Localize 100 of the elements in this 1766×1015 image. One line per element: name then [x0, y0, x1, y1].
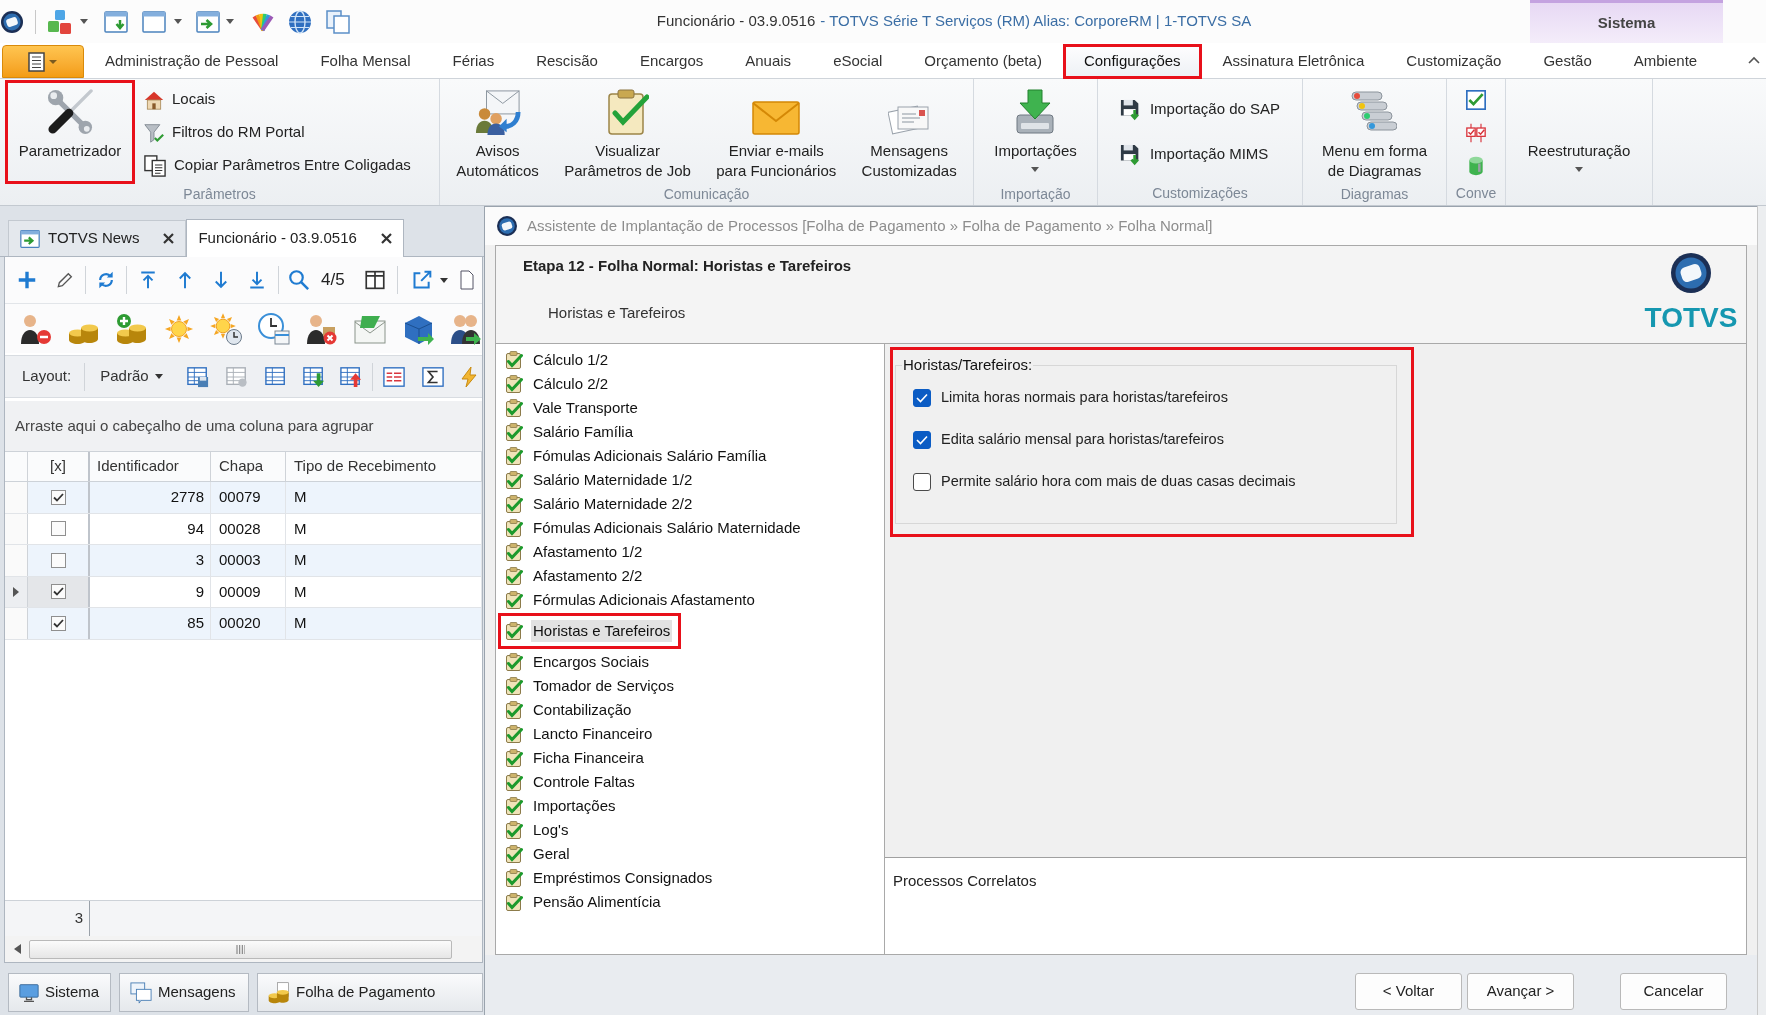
ribbon-button[interactable]: Reestruturação [1518, 80, 1640, 184]
caret-icon[interactable] [174, 19, 182, 24]
clock-calendar-icon[interactable] [258, 312, 290, 345]
person-delete-icon[interactable] [306, 312, 338, 345]
checkbox[interactable] [913, 430, 931, 449]
person-remove-icon[interactable] [20, 312, 52, 345]
ribbon-button[interactable]: Menu em forma de Diagramas [1312, 80, 1436, 184]
coins-add-icon[interactable] [116, 312, 148, 345]
ribbon-tab[interactable]: Encargos [618, 44, 725, 79]
checklist-icon[interactable] [1466, 89, 1486, 110]
dialog-button[interactable]: Cancelar [1620, 973, 1727, 1010]
ribbon-button[interactable]: Enviar e-mails para Funcionários [707, 80, 846, 184]
panel-tab[interactable]: Mensagens [119, 973, 249, 1012]
tree-item[interactable]: Salário Maternidade 2/2 [496, 492, 695, 516]
checkbox[interactable] [50, 615, 66, 631]
copy-icon[interactable] [144, 154, 166, 177]
table-import-icon[interactable] [302, 365, 325, 388]
ribbon-button[interactable]: Filtros do RM Portal [139, 116, 416, 149]
tree-item[interactable]: Tomador de Serviços [496, 674, 676, 698]
ribbon-button[interactable]: Mensagens Customizadas [852, 80, 966, 184]
checkbox[interactable] [50, 521, 66, 537]
ribbon-button[interactable]: Importação do SAP [1114, 93, 1286, 126]
arrow-to-bottom-icon[interactable] [248, 271, 266, 289]
tree-item[interactable]: Afastamento 1/2 [496, 540, 645, 564]
tree-item[interactable]: Horistas e Tarefeiros [498, 613, 682, 649]
column-header[interactable]: Identificador [90, 452, 211, 481]
house-icon[interactable] [144, 89, 164, 110]
arrow-up-icon[interactable] [176, 271, 194, 289]
ribbon-tab[interactable]: Rescisão [515, 44, 619, 79]
layout-dropdown[interactable]: Padrão [100, 365, 163, 388]
table-export-icon[interactable] [339, 365, 362, 388]
refresh-icon[interactable] [96, 270, 116, 290]
dialog-button[interactable]: Avançar > [1467, 973, 1574, 1010]
checkbox[interactable] [50, 489, 66, 505]
lightning-icon[interactable] [460, 365, 477, 388]
column-header[interactable]: Chapa [211, 452, 286, 481]
ribbon-tab[interactable]: eSocial [812, 44, 904, 79]
tree-item[interactable]: Log's [496, 818, 571, 842]
ribbon-tab[interactable]: Configurações [1062, 44, 1202, 79]
checkbox[interactable] [913, 472, 931, 491]
edit-icon[interactable] [57, 272, 73, 288]
scroll-left-icon[interactable] [14, 944, 21, 954]
ribbon-tab[interactable]: Anuais [724, 44, 813, 79]
tree-item[interactable]: Geral [496, 842, 572, 866]
ribbon-button[interactable]: Visualizar Parâmetros de Job [555, 80, 700, 184]
arrow-to-top-icon[interactable] [139, 271, 157, 289]
tree-item[interactable]: Pensão Alimentícia [496, 890, 663, 914]
people-arrow-icon[interactable] [450, 312, 482, 345]
tree-item[interactable]: Afastamento 2/2 [496, 564, 645, 588]
window-icon[interactable] [142, 9, 166, 34]
document-icon[interactable] [459, 270, 474, 290]
close-icon[interactable] [163, 233, 175, 244]
table-icon[interactable] [264, 365, 287, 388]
tree-item[interactable]: Lancto Financeiro [496, 722, 655, 746]
app-logo-icon[interactable] [1, 10, 23, 33]
floppy-arrow-icon[interactable] [1119, 143, 1142, 166]
add-icon[interactable] [18, 271, 36, 289]
ribbon-button[interactable]: Locais [139, 83, 416, 116]
tree-item[interactable]: Cálculo 2/2 [496, 372, 611, 396]
close-icon[interactable] [380, 233, 392, 244]
caret-icon[interactable] [1031, 167, 1040, 172]
list-icon[interactable] [382, 365, 405, 388]
search-icon[interactable] [289, 270, 309, 290]
columns-icon[interactable] [364, 270, 385, 290]
cubes-icon[interactable] [48, 9, 72, 34]
ribbon-tab[interactable]: Folha Mensal [299, 44, 432, 79]
panel-tab[interactable]: Sistema [8, 973, 111, 1012]
caret-icon[interactable] [1575, 167, 1583, 172]
filter-icon[interactable] [144, 122, 164, 143]
clipboard-check-icon[interactable] [606, 89, 649, 135]
ribbon-button[interactable]: Importações [985, 80, 1086, 184]
tree-item[interactable]: Salário Família [496, 420, 636, 444]
ribbon-tab[interactable]: Assinatura Eletrônica [1201, 44, 1386, 79]
checkbox[interactable] [50, 552, 66, 568]
tree-item[interactable]: Encargos Sociais [496, 650, 651, 674]
tree-item[interactable]: Vale Transporte [496, 396, 640, 420]
tree-item[interactable]: Ficha Financeira [496, 746, 646, 770]
checkbox[interactable] [913, 388, 931, 407]
cylinder-icon[interactable] [1466, 155, 1486, 176]
caret-icon[interactable] [80, 19, 88, 24]
ribbon-tab[interactable]: Gestão [1522, 44, 1613, 79]
save-layout-icon[interactable] [186, 365, 209, 388]
ribbon-tab[interactable]: Férias [431, 44, 516, 79]
tree-item[interactable]: Cálculo 1/2 [496, 348, 611, 372]
checkbox-pair-icon[interactable] [1466, 122, 1486, 143]
panel-tab[interactable]: Folha de Pagamento [257, 973, 483, 1012]
ribbon-tab[interactable]: Ambiente [1612, 44, 1719, 79]
download-disk-icon[interactable] [1015, 89, 1056, 135]
arrow-down-icon[interactable] [212, 271, 230, 289]
caret-icon[interactable] [439, 277, 448, 283]
checkbox[interactable] [50, 584, 66, 600]
ribbon-button[interactable]: Avisos Automáticos [447, 80, 548, 184]
dialog-button[interactable]: < Voltar [1355, 973, 1462, 1010]
window-download-icon[interactable] [104, 9, 128, 34]
tree-item[interactable]: Fómulas Adicionais Salário Família [496, 444, 769, 468]
tree-item[interactable]: Fómulas Adicionais Salário Maternidade [496, 516, 803, 540]
tree-item[interactable]: Salário Maternidade 1/2 [496, 468, 695, 492]
app-menu-button[interactable] [2, 45, 84, 78]
ribbon-tab[interactable]: Administração de Pessoal [84, 44, 300, 79]
ribbon-button[interactable]: Importação MIMS [1114, 138, 1286, 171]
